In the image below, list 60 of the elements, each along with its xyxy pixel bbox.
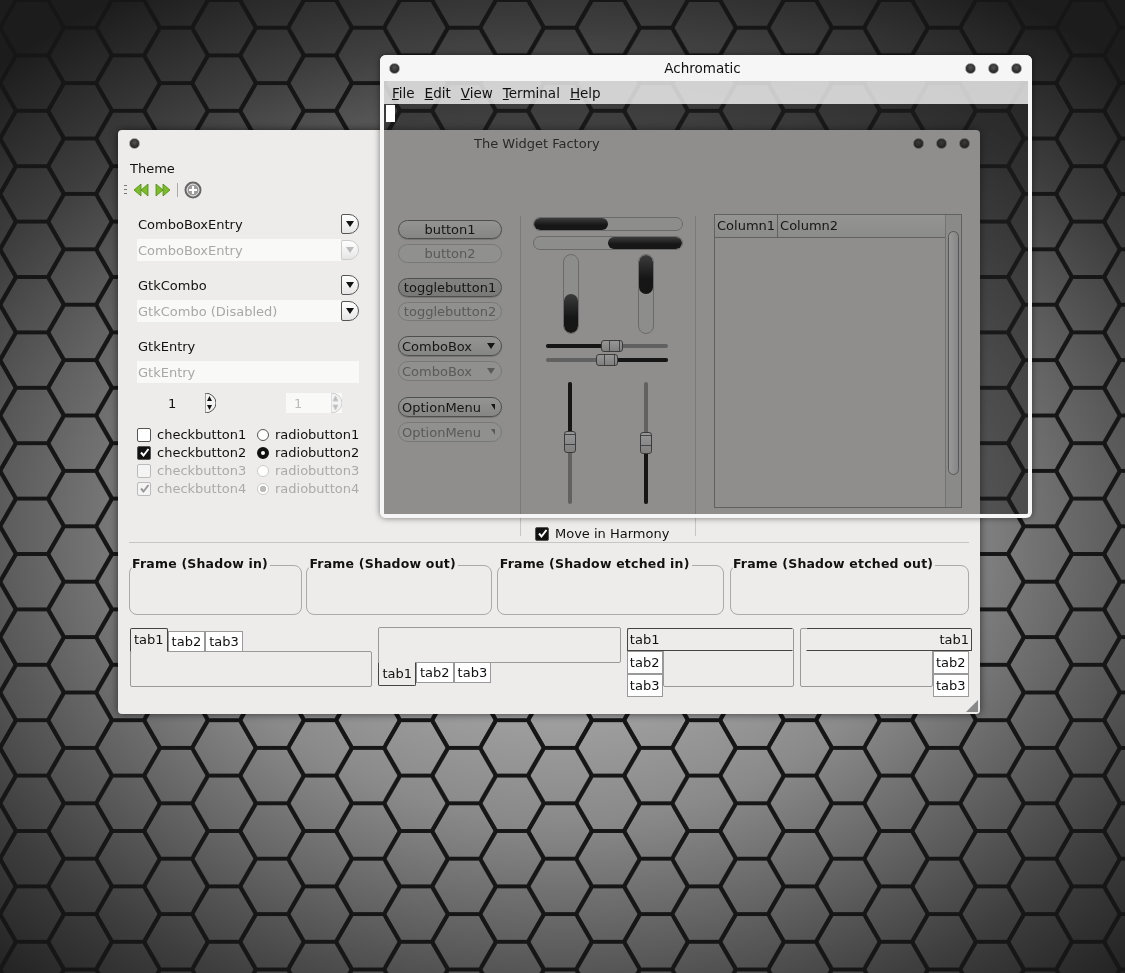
menu-item[interactable]: File [392, 84, 415, 101]
tab[interactable]: tab3 [453, 662, 492, 683]
combo-field[interactable]: ComboBoxEntry [137, 213, 341, 235]
menu-item[interactable]: View [460, 84, 493, 101]
text-cursor [386, 105, 395, 122]
frame-label: Frame (Shadow out) [309, 556, 458, 571]
checkbox-label: checkbutton1 [157, 427, 247, 442]
radio-label: radiobutton4 [274, 481, 360, 496]
radio-label: radiobutton3 [274, 463, 360, 478]
radio-button[interactable] [256, 428, 269, 441]
tab[interactable]: tab2 [416, 662, 454, 683]
column-header[interactable]: Column1 [715, 215, 779, 237]
checkbox-label: Move in Harmony [555, 526, 670, 541]
checkbox[interactable] [137, 445, 151, 460]
tab[interactable]: tab1 [626, 628, 793, 651]
radio-button[interactable] [256, 446, 269, 459]
window-title: Achromatic [663, 60, 742, 76]
rewind-icon[interactable] [133, 183, 149, 197]
checkbox[interactable] [137, 427, 151, 442]
frame-label: Frame (Shadow etched in) [499, 556, 692, 571]
push-button[interactable]: button1 [398, 220, 502, 239]
toggle-button[interactable]: togglebutton1 [398, 278, 502, 297]
add-icon[interactable] [184, 181, 202, 199]
combo-box[interactable]: OptionMenu [398, 397, 502, 417]
column-header[interactable]: Column2 [778, 215, 946, 237]
checkbox[interactable] [535, 526, 549, 541]
tab[interactable]: tab2 [933, 651, 969, 674]
resize-grip-icon[interactable] [966, 700, 978, 712]
checkbox-label: checkbutton4 [157, 481, 247, 496]
frame-label: Frame (Shadow etched out) [732, 556, 936, 571]
combo-field[interactable]: GtkCombo [137, 274, 341, 296]
checkbox-label: checkbutton3 [157, 463, 247, 478]
tab[interactable]: tab2 [626, 651, 663, 674]
tab[interactable]: tab3 [933, 674, 969, 697]
checkbox-label: checkbutton2 [157, 445, 247, 460]
menu-item[interactable]: Edit [424, 84, 451, 101]
fast-forward-icon[interactable] [155, 183, 171, 197]
theme-label: Theme [130, 161, 175, 176]
spin-arrows-icon[interactable] [205, 393, 216, 413]
close-icon[interactable] [129, 137, 140, 149]
entry-field[interactable]: GtkEntry [137, 335, 197, 357]
tab[interactable]: tab1 [130, 628, 168, 652]
spin-field[interactable]: 1 [160, 393, 216, 413]
tab[interactable]: tab1 [806, 628, 972, 651]
combo-box[interactable]: ComboBox [398, 336, 502, 356]
maximize-icon[interactable] [988, 62, 999, 74]
radio-label: radiobutton2 [274, 445, 360, 460]
menu-item[interactable]: Terminal [502, 84, 560, 101]
minimize-icon[interactable] [965, 62, 976, 74]
scrollbar[interactable] [945, 215, 961, 507]
frame-label: Frame (Shadow in) [132, 556, 270, 571]
radio-label: radiobutton1 [274, 427, 360, 442]
close-icon[interactable] [1011, 62, 1022, 74]
close-icon[interactable] [389, 62, 400, 74]
tab[interactable]: tab1 [378, 662, 416, 686]
menu-item[interactable]: Help [569, 84, 601, 101]
tab[interactable]: tab3 [205, 631, 243, 652]
tab[interactable]: tab2 [167, 631, 206, 652]
tab[interactable]: tab3 [626, 674, 663, 697]
window-title: The Widget Factory [474, 135, 601, 151]
